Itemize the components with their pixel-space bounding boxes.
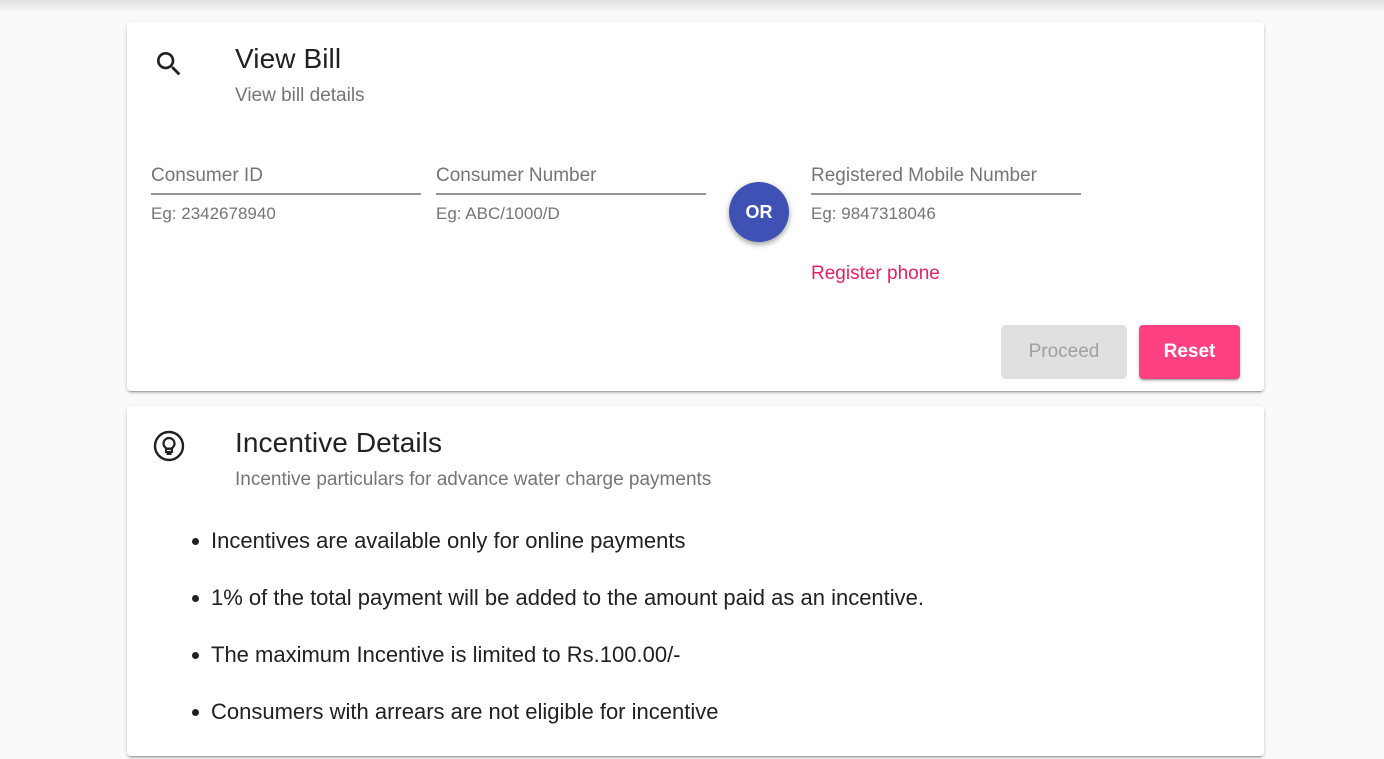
lightbulb-icon bbox=[153, 430, 185, 462]
view-bill-card: View Bill View bill details Eg: 23426789… bbox=[127, 22, 1264, 391]
list-item: The maximum Incentive is limited to Rs.1… bbox=[192, 640, 924, 697]
list-item-text: 1% of the total payment will be added to… bbox=[211, 585, 925, 610]
mobile-number-hint: Eg: 9847318046 bbox=[811, 204, 936, 223]
bullet bbox=[192, 538, 199, 545]
bullet bbox=[192, 595, 199, 602]
incentive-subtitle: Incentive particulars for advance water … bbox=[235, 469, 712, 490]
incentive-title: Incentive Details bbox=[235, 427, 443, 458]
consumer-number-input[interactable] bbox=[436, 159, 706, 195]
or-badge: OR bbox=[729, 182, 789, 242]
incentive-list: Incentives are available only for online… bbox=[192, 526, 925, 754]
list-item: Incentives are available only for online… bbox=[192, 526, 924, 583]
mobile-number-input[interactable] bbox=[811, 159, 1081, 195]
proceed-button[interactable]: Proceed bbox=[1001, 325, 1127, 379]
search-icon bbox=[153, 48, 185, 80]
list-item: Consumers with arrears are not eligible … bbox=[192, 697, 924, 754]
register-phone-link[interactable]: Register phone bbox=[811, 263, 940, 285]
list-item-text: Incentives are available only for online… bbox=[211, 528, 686, 553]
list-item-text: The maximum Incentive is limited to Rs.1… bbox=[211, 642, 681, 667]
consumer-id-hint: Eg: 2342678940 bbox=[151, 204, 276, 223]
list-item: 1% of the total payment will be added to… bbox=[192, 583, 925, 640]
top-app-shadow bbox=[0, 0, 1384, 12]
bullet bbox=[192, 652, 199, 659]
view-bill-title: View Bill bbox=[235, 43, 342, 74]
incentive-card: Incentive Details Incentive particulars … bbox=[127, 406, 1264, 756]
list-item-text: Consumers with arrears are not eligible … bbox=[211, 699, 719, 724]
reset-button[interactable]: Reset bbox=[1139, 325, 1240, 379]
view-bill-subtitle: View bill details bbox=[235, 85, 365, 106]
consumer-id-field: Eg: 2342678940 bbox=[151, 159, 421, 224]
consumer-id-input[interactable] bbox=[151, 159, 421, 195]
consumer-number-field: Eg: ABC/1000/D bbox=[436, 159, 706, 224]
consumer-number-hint: Eg: ABC/1000/D bbox=[436, 204, 560, 223]
bullet bbox=[192, 709, 199, 716]
mobile-number-field: Eg: 9847318046 bbox=[811, 159, 1081, 224]
